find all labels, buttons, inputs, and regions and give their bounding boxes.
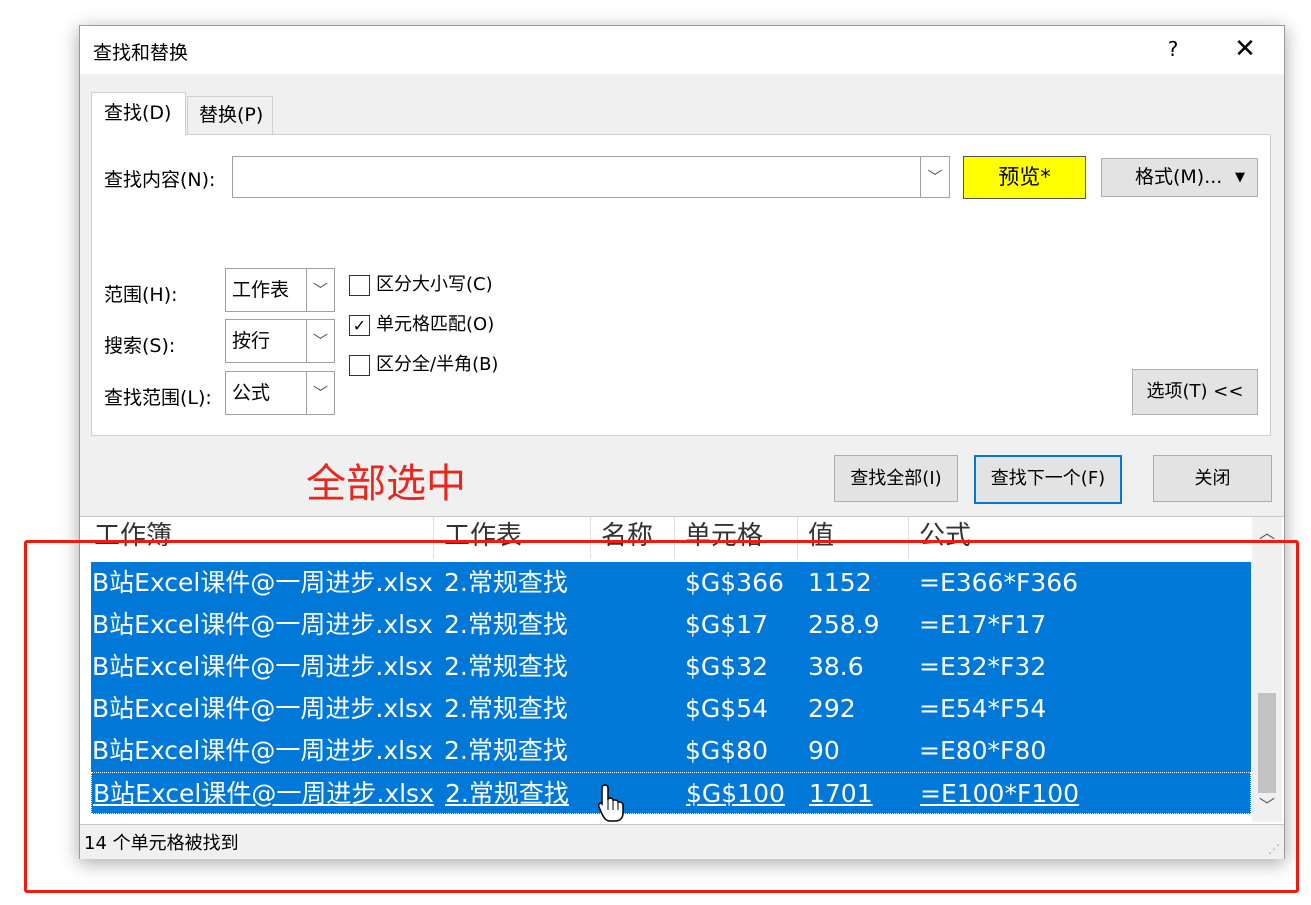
dialog-title: 查找和替换	[93, 42, 189, 64]
look-in-label: 查找范围(L):	[104, 387, 212, 409]
format-button[interactable]: 格式(M)... ▼	[1101, 158, 1258, 197]
close-button[interactable]: 关闭	[1153, 455, 1272, 502]
search-order-select[interactable]: 按行 ﹀	[225, 319, 335, 363]
look-in-value: 公式	[232, 382, 271, 404]
chevron-down-icon[interactable]: ﹀	[306, 320, 334, 362]
chevron-down-icon[interactable]: ﹀	[306, 372, 334, 414]
search-order-value: 按行	[232, 330, 271, 352]
match-cell-label: 单元格匹配(O)	[376, 314, 495, 335]
chevron-down-icon[interactable]: ﹀	[306, 269, 334, 311]
checkbox-icon[interactable]: ✓	[349, 315, 370, 336]
match-case-label: 区分大小写(C)	[376, 274, 493, 295]
find-what-label: 查找内容(N):	[104, 169, 216, 191]
checkbox-icon[interactable]	[349, 275, 370, 296]
help-button[interactable]: ?	[1158, 34, 1188, 64]
find-tab-panel: 查找内容(N): ﹀ 预览* 格式(M)... ▼ 范围(H): 工作表 ﹀ 搜…	[91, 134, 1271, 436]
format-button-label: 格式(M)...	[1135, 166, 1223, 188]
match-width-label: 区分全/半角(B)	[376, 354, 499, 375]
within-value: 工作表	[232, 279, 290, 301]
find-what-combobox[interactable]: ﹀	[232, 156, 950, 198]
look-in-select[interactable]: 公式 ﹀	[225, 371, 335, 415]
dropdown-arrow-icon[interactable]: ▼	[1235, 159, 1245, 196]
highlight-annotation-box	[24, 540, 1299, 893]
options-button[interactable]: 选项(T) <<	[1132, 369, 1258, 415]
chevron-down-icon[interactable]: ﹀	[920, 157, 949, 197]
tab-find[interactable]: 查找(D)	[91, 92, 186, 136]
annotation-text: 全部选中	[306, 461, 466, 507]
format-preview-button[interactable]: 预览*	[963, 156, 1086, 199]
within-select[interactable]: 工作表 ﹀	[225, 268, 335, 312]
within-label: 范围(H):	[104, 284, 178, 306]
find-all-button[interactable]: 查找全部(I)	[834, 455, 958, 502]
close-icon[interactable]: ✕	[1227, 32, 1263, 66]
search-label: 搜索(S):	[104, 335, 176, 357]
tab-replace[interactable]: 替换(P)	[187, 96, 273, 134]
checkbox-icon[interactable]	[349, 355, 370, 376]
title-bar: 查找和替换 ? ✕	[80, 26, 1284, 74]
hand-cursor-icon	[597, 784, 624, 822]
find-next-button[interactable]: 查找下一个(F)	[974, 455, 1122, 504]
